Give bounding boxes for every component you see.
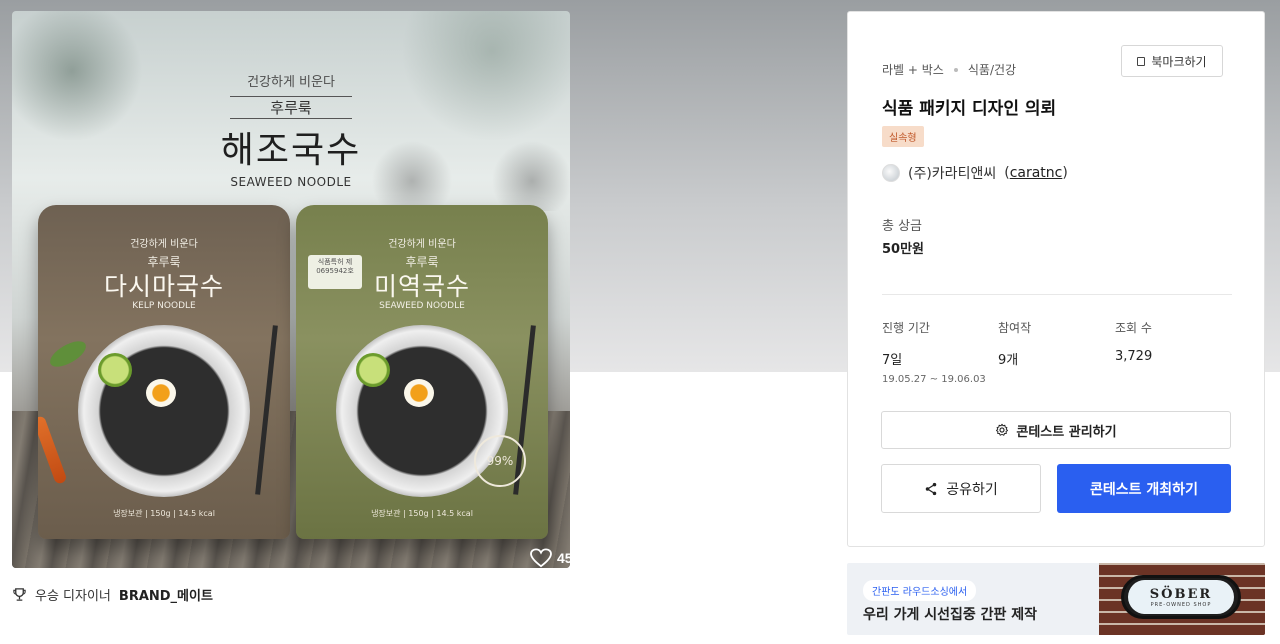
hero-brand-block: 건강하게 비운다 후루룩 해조국수 SEAWEED NOODLE	[12, 71, 570, 189]
lime-decoration	[98, 353, 132, 387]
gear-icon	[996, 423, 1009, 436]
stat-entries-label: 참여작	[998, 321, 1032, 335]
stat-views: 조회 수 3,729	[1115, 319, 1152, 364]
sober-signboard-image: SÖBER PRE-OWNED SHOP	[1121, 575, 1241, 619]
bookmark-button[interactable]: 북마크하기	[1121, 45, 1223, 77]
breadcrumb-separator	[953, 67, 958, 72]
prize-label: 총 상금	[882, 219, 923, 234]
lime-decoration	[356, 353, 390, 387]
sign-sub-text: PRE-OWNED SHOP	[1150, 601, 1212, 608]
leaf-decoration	[46, 336, 90, 372]
prize-value: 50만원	[882, 242, 925, 257]
hero-tagline: 건강하게 비운다	[247, 75, 335, 90]
pouch-tagline: 건강하게 비운다	[130, 239, 198, 250]
like-button[interactable]: 45	[530, 548, 570, 568]
manage-contest-button[interactable]: 콘테스트 관리하기	[881, 411, 1231, 449]
bookmark-label: 북마크하기	[1151, 54, 1207, 69]
seaweed-noodle-pouch: 식품특허 제 0695942호 건강하게 비운다 후루룩 미역국수 SEAWEE…	[296, 205, 548, 539]
stat-views-value: 3,729	[1115, 349, 1153, 364]
pouch-product-name: 미역국수	[373, 272, 470, 301]
heart-icon	[530, 548, 552, 568]
host-contest-button[interactable]: 콘테스트 개최하기	[1057, 464, 1231, 513]
winner-label: 우승 디자이너	[35, 589, 111, 604]
stat-views-label: 조회 수	[1115, 321, 1152, 335]
manage-contest-label: 콘테스트 관리하기	[1016, 424, 1117, 440]
breadcrumb-category[interactable]: 라벨 + 박스	[882, 61, 944, 78]
stat-entries-value: 9개	[998, 353, 1019, 368]
signboard-ad-banner[interactable]: 간판도 라우드소싱에서 우리 가게 시선집중 간판 제작 SÖBER PRE-O…	[847, 563, 1265, 635]
plan-badge: 실속형	[882, 126, 924, 147]
breadcrumb: 라벨 + 박스 식품/건강	[882, 61, 1016, 78]
share-icon	[925, 482, 937, 495]
ad-headline: 우리 가게 시선집중 간판 제작	[863, 607, 1038, 623]
divider	[882, 294, 1232, 295]
trophy-icon	[13, 588, 26, 601]
share-button[interactable]: 공유하기	[881, 464, 1041, 513]
winner-name[interactable]: BRAND_메이트	[119, 585, 213, 604]
host-handle-link[interactable]: caratnc	[1010, 165, 1063, 181]
noodle-bowl	[78, 325, 250, 497]
hero-brand-name: 해조국수	[220, 130, 362, 171]
product-image[interactable]: 건강하게 비운다 후루룩 해조국수 SEAWEED NOODLE 건강하게 비운…	[12, 11, 570, 568]
like-count: 45	[557, 550, 570, 566]
breadcrumb-subcategory[interactable]: 식품/건강	[968, 61, 1016, 78]
stat-entries: 참여작 9개	[998, 319, 1031, 368]
contest-info-card: 라벨 + 박스 식품/건강 북마크하기 식품 패키지 디자인 의뢰 실속형 (주…	[847, 11, 1265, 547]
stat-period: 진행 기간 7일 19.05.27 ~ 19.06.03	[882, 319, 986, 385]
hero-brand-english: SEAWEED NOODLE	[230, 175, 352, 189]
host-name: (주)카라티앤씨	[908, 166, 997, 182]
hero-sub-brand: 후루룩	[230, 96, 352, 119]
winner-designer: 우승 디자이너 BRAND_메이트	[12, 585, 213, 604]
kelp-noodle-pouch: 건강하게 비운다 후루룩 다시마국수 KELP NOODLE 냉장보관 | 15…	[38, 205, 290, 539]
stat-period-value: 7일	[882, 353, 903, 368]
ad-pill-label: 간판도 라우드소싱에서	[863, 580, 977, 601]
contest-title: 식품 패키지 디자인 의뢰	[882, 99, 1057, 119]
bookmark-icon	[1137, 56, 1146, 66]
stat-period-label: 진행 기간	[882, 321, 930, 335]
host-info: (주)카라티앤씨 (caratnc)	[882, 163, 1068, 183]
stat-period-range: 19.05.27 ~ 19.06.03	[882, 374, 986, 385]
sign-brand-text: SÖBER	[1149, 586, 1213, 602]
egg-decoration	[404, 379, 434, 407]
share-label: 공유하기	[946, 481, 998, 498]
pouch-product-english: KELP NOODLE	[132, 301, 196, 311]
carrot-decoration	[38, 415, 68, 485]
pouch-tagline: 건강하게 비운다	[388, 239, 456, 250]
pouch-info: 냉장보관 | 150g | 14.5 kcal	[371, 509, 473, 518]
pouch-product-english: SEAWEED NOODLE	[379, 301, 465, 311]
pouch-product-name: 다시마국수	[103, 272, 224, 301]
quality-seal: 99%	[474, 435, 526, 487]
egg-decoration	[146, 379, 176, 407]
pouch-info: 냉장보관 | 150g | 14.5 kcal	[113, 509, 215, 518]
chopsticks	[255, 325, 278, 495]
host-avatar[interactable]	[882, 164, 900, 182]
